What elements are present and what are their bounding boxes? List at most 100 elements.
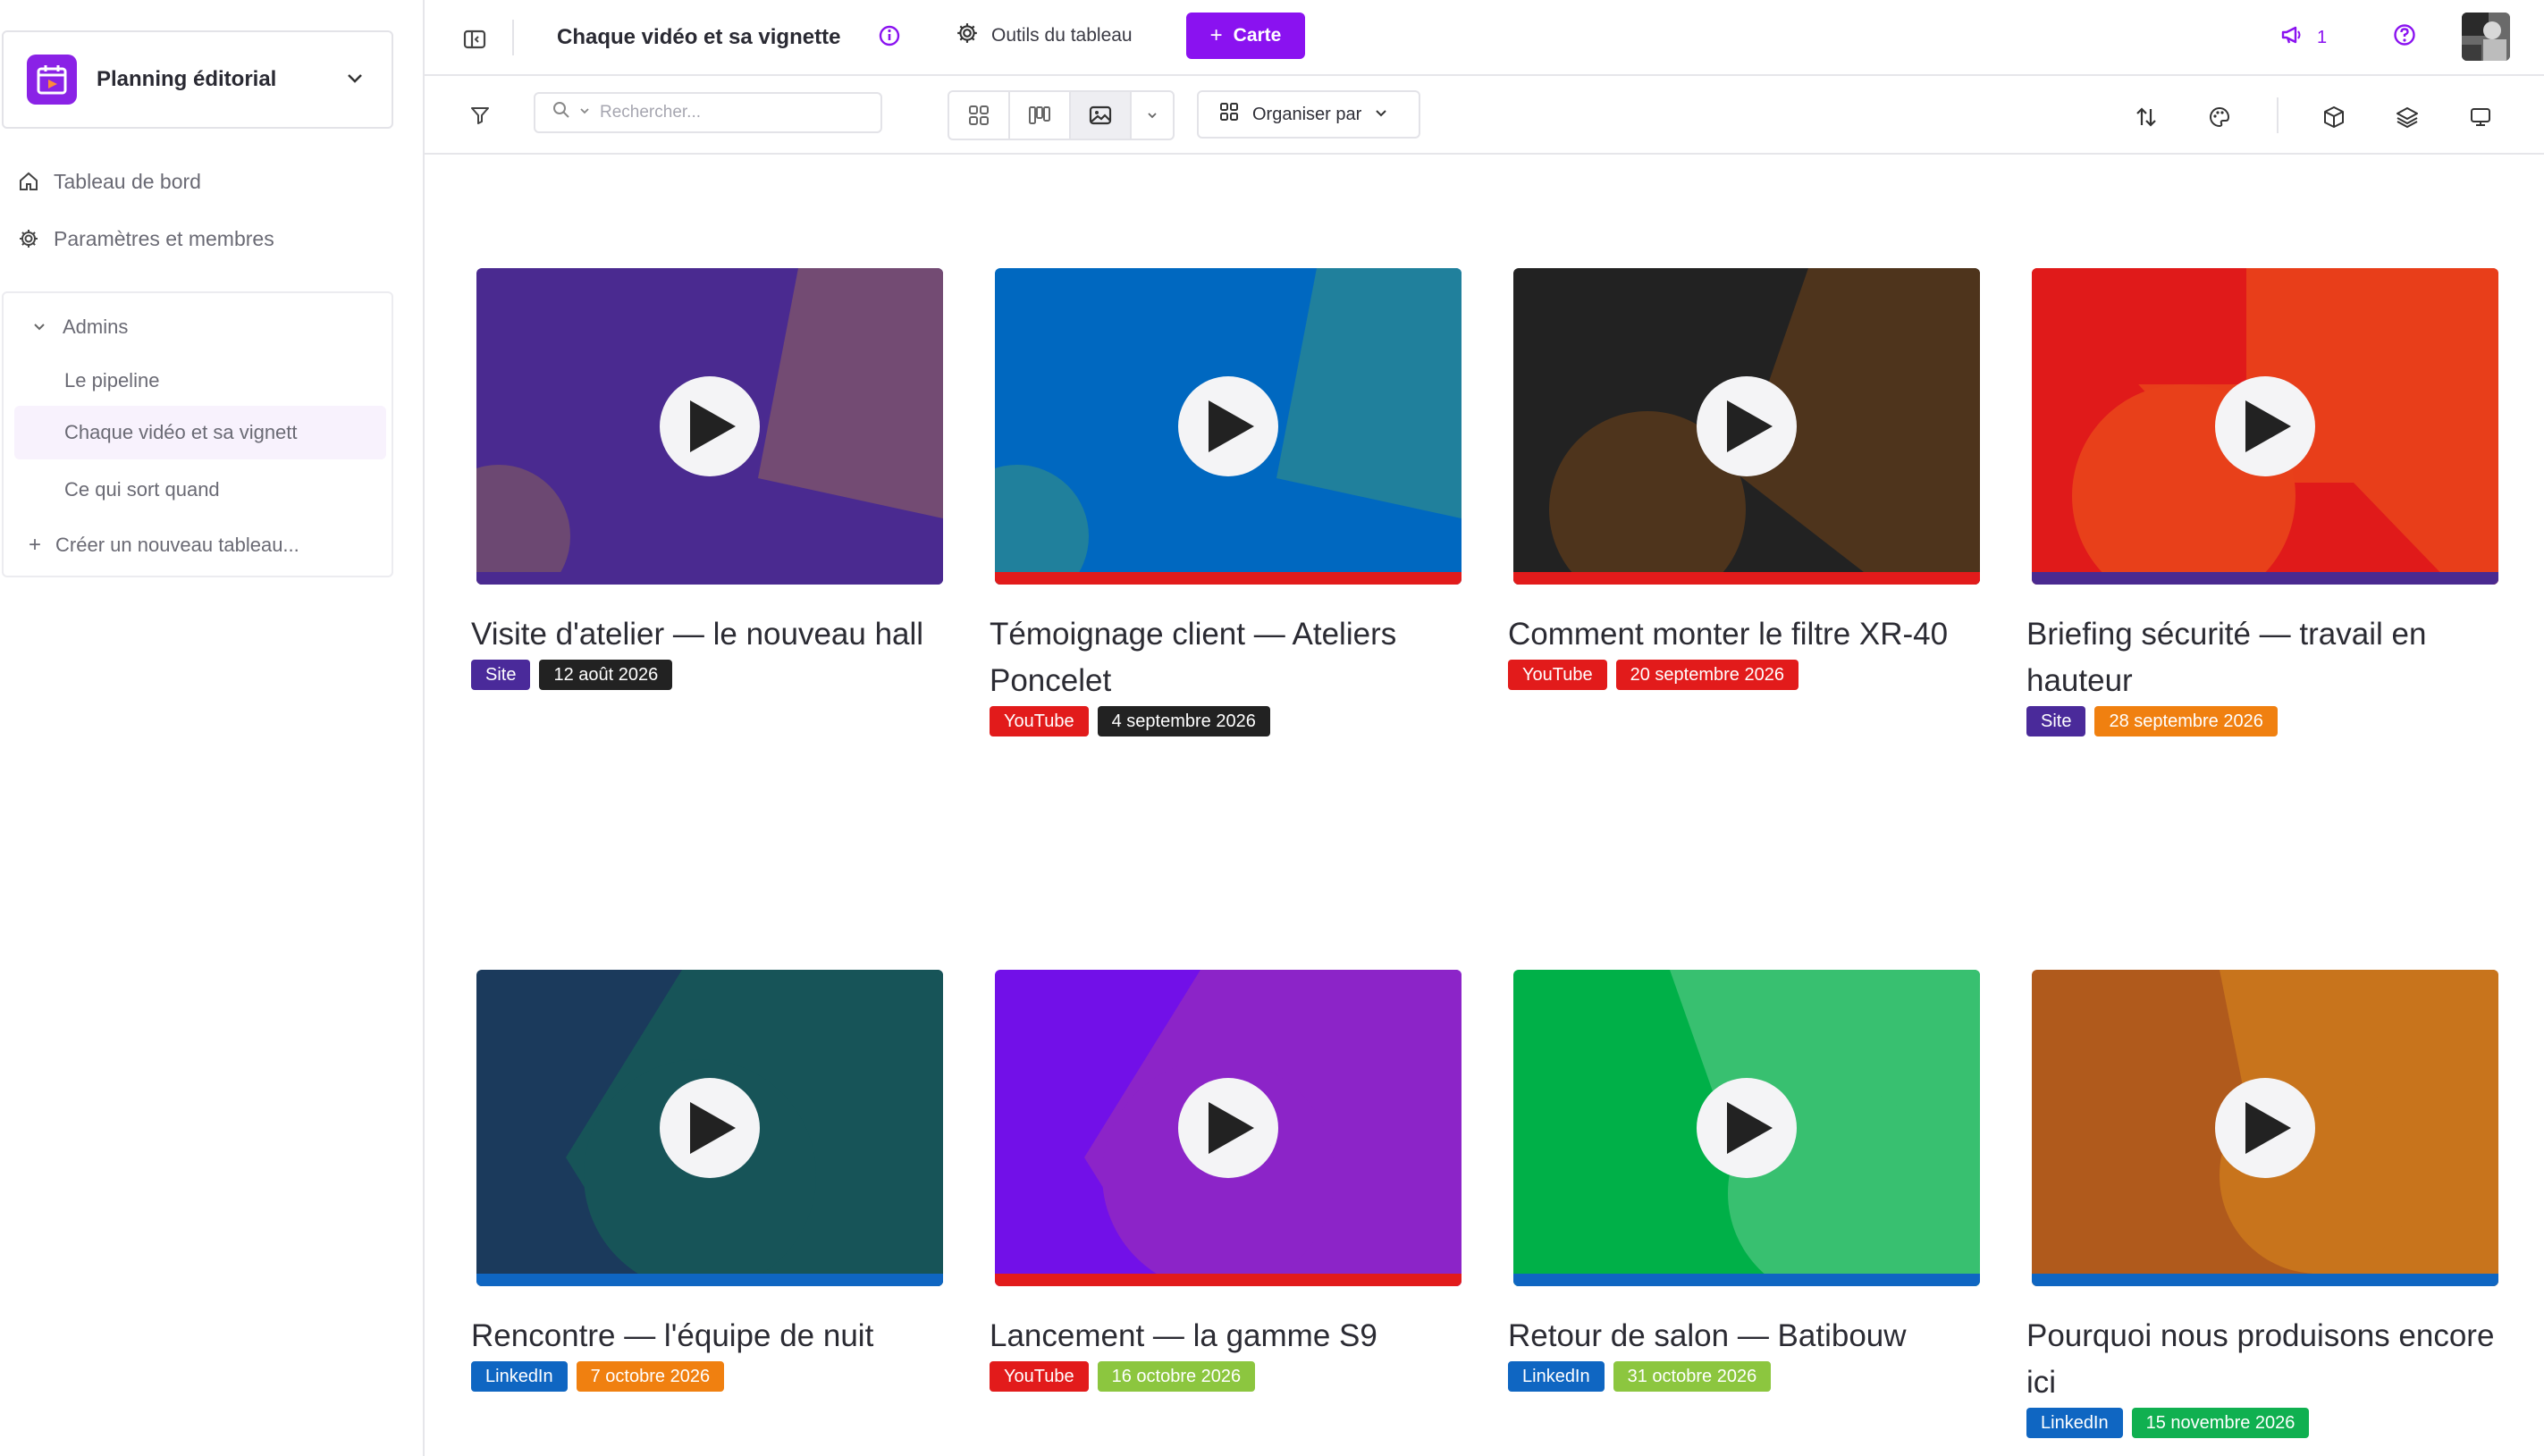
divider (512, 20, 514, 55)
date-badge: 20 septembre 2026 (1615, 660, 1798, 690)
play-icon[interactable] (660, 1078, 760, 1178)
avatar[interactable] (2462, 13, 2510, 61)
video-thumbnail[interactable] (476, 970, 943, 1286)
card-badges: Site 12 août 2026 (471, 660, 673, 690)
card-title: Briefing sécurité — travail en hauteur (2026, 617, 2427, 698)
board-item-label: Ce qui sort quand (64, 478, 220, 501)
play-icon[interactable] (1697, 376, 1797, 476)
card-title: Témoignage client — Ateliers Poncelet (990, 617, 1397, 698)
presentation-button[interactable] (2463, 99, 2498, 135)
channel-badge: Site (471, 660, 531, 690)
board-item-video-thumbnail[interactable]: Chaque vidéo et sa vignett (14, 406, 386, 459)
kanban-view-button[interactable] (1010, 92, 1071, 139)
organize-by-dropdown[interactable]: Organiser par (1197, 90, 1420, 139)
topbar: Chaque vidéo et sa vignette Outils du ta… (425, 0, 2544, 76)
gallery-view-button[interactable] (1071, 92, 1132, 139)
date-badge: 16 octobre 2026 (1097, 1361, 1256, 1392)
chevron-down-icon (32, 316, 46, 339)
color-palette-button[interactable] (2202, 99, 2237, 135)
card-title: Pourquoi nous produisons encore ici (2026, 1318, 2495, 1400)
chevron-down-icon (1374, 105, 1388, 125)
filter-icon[interactable] (464, 99, 496, 131)
megaphone-icon (2279, 22, 2304, 53)
play-icon[interactable] (2215, 376, 2315, 476)
chevron-down-icon (1148, 113, 1157, 119)
video-thumbnail[interactable] (476, 268, 943, 585)
card-badges: Site 28 septembre 2026 (2026, 706, 2278, 736)
video-thumbnail[interactable] (995, 970, 1462, 1286)
card-title: Retour de salon — Batibouw (1508, 1318, 1907, 1353)
search-icon (552, 100, 571, 125)
board-item-pipeline[interactable]: Le pipeline (14, 354, 386, 408)
card-title: Lancement — la gamme S9 (990, 1318, 1377, 1353)
layers-button[interactable] (2389, 99, 2425, 135)
board-tools-button[interactable]: Outils du tableau (956, 18, 1133, 54)
add-card-button[interactable]: + Carte (1186, 13, 1305, 59)
play-icon[interactable] (1178, 1078, 1278, 1178)
nav-settings-label: Paramètres et membres (54, 226, 274, 250)
date-badge: 7 octobre 2026 (576, 1361, 725, 1392)
play-icon[interactable] (1697, 1078, 1797, 1178)
card-badges: YouTube 4 septembre 2026 (990, 706, 1270, 736)
layers-icon (2397, 107, 2418, 129)
channel-badge: LinkedIn (471, 1361, 568, 1392)
plus-icon: + (29, 533, 42, 557)
home-icon (16, 169, 41, 194)
card-badges: LinkedIn 7 octobre 2026 (471, 1361, 725, 1392)
channel-badge: YouTube (990, 706, 1089, 736)
grid-icon (969, 105, 989, 125)
date-badge: 4 septembre 2026 (1097, 706, 1270, 736)
chevron-down-icon (345, 68, 365, 92)
box-button[interactable] (2316, 99, 2352, 135)
notification-count: 1 (2317, 27, 2328, 47)
sidebar: Planning éditorial Tableau de bord Param… (0, 0, 425, 1456)
channel-badge: LinkedIn (1508, 1361, 1605, 1392)
channel-badge: LinkedIn (2026, 1408, 2123, 1438)
more-views-button[interactable] (1132, 92, 1173, 139)
organize-by-label: Organiser par (1252, 104, 1362, 124)
create-board-button[interactable]: + Créer un nouveau tableau... (29, 527, 299, 563)
play-icon[interactable] (660, 376, 760, 476)
board-tools-label: Outils du tableau (991, 25, 1133, 46)
play-icon[interactable] (1178, 376, 1278, 476)
video-thumbnail[interactable] (1513, 970, 1980, 1286)
card-badges: LinkedIn 31 octobre 2026 (1508, 1361, 1772, 1392)
date-badge: 31 octobre 2026 (1613, 1361, 1772, 1392)
kanban-icon (1029, 106, 1050, 124)
gear-icon (956, 21, 979, 50)
channel-badge: YouTube (990, 1361, 1089, 1392)
sort-button[interactable] (2128, 99, 2164, 135)
board-title: Chaque vidéo et sa vignette (557, 25, 841, 49)
search-field[interactable] (534, 92, 882, 133)
plus-icon: + (1209, 23, 1223, 47)
image-icon (1089, 105, 1112, 125)
video-thumbnail[interactable] (995, 268, 1462, 585)
workspace-switcher[interactable]: Planning éditorial (2, 30, 393, 129)
chevron-down-icon[interactable] (578, 103, 591, 122)
video-thumbnail[interactable] (2032, 268, 2498, 585)
workspace-name: Planning éditorial (97, 67, 277, 91)
sidebar-toggle-button[interactable] (462, 23, 494, 55)
nav-settings-members[interactable]: Paramètres et membres (16, 221, 274, 257)
video-thumbnail[interactable] (2032, 970, 2498, 1286)
card-badges: YouTube 16 octobre 2026 (990, 1361, 1256, 1392)
boards-group: Admins Le pipeline Chaque vidéo et sa vi… (2, 291, 393, 577)
monitor-icon (2471, 108, 2490, 126)
video-thumbnail[interactable] (1513, 268, 1980, 585)
group-label: Admins (63, 316, 129, 338)
info-icon[interactable] (877, 23, 902, 48)
announcements-button[interactable]: 1 (2279, 20, 2327, 55)
play-icon[interactable] (2215, 1078, 2315, 1178)
group-admins[interactable]: Admins (32, 309, 128, 345)
grid-view-button[interactable] (949, 92, 1010, 139)
help-icon[interactable] (2391, 21, 2418, 48)
nav-dashboard[interactable]: Tableau de bord (16, 164, 201, 199)
card-title: Rencontre — l'équipe de nuit (471, 1318, 874, 1353)
date-badge: 28 septembre 2026 (2094, 706, 2278, 736)
search-input[interactable] (600, 103, 850, 122)
board-item-schedule[interactable]: Ce qui sort quand (14, 463, 386, 517)
view-switcher (948, 90, 1175, 140)
cube-icon (2324, 106, 2344, 128)
nav-dashboard-label: Tableau de bord (54, 169, 201, 193)
card-title: Visite d'atelier — le nouveau hall (471, 617, 924, 652)
